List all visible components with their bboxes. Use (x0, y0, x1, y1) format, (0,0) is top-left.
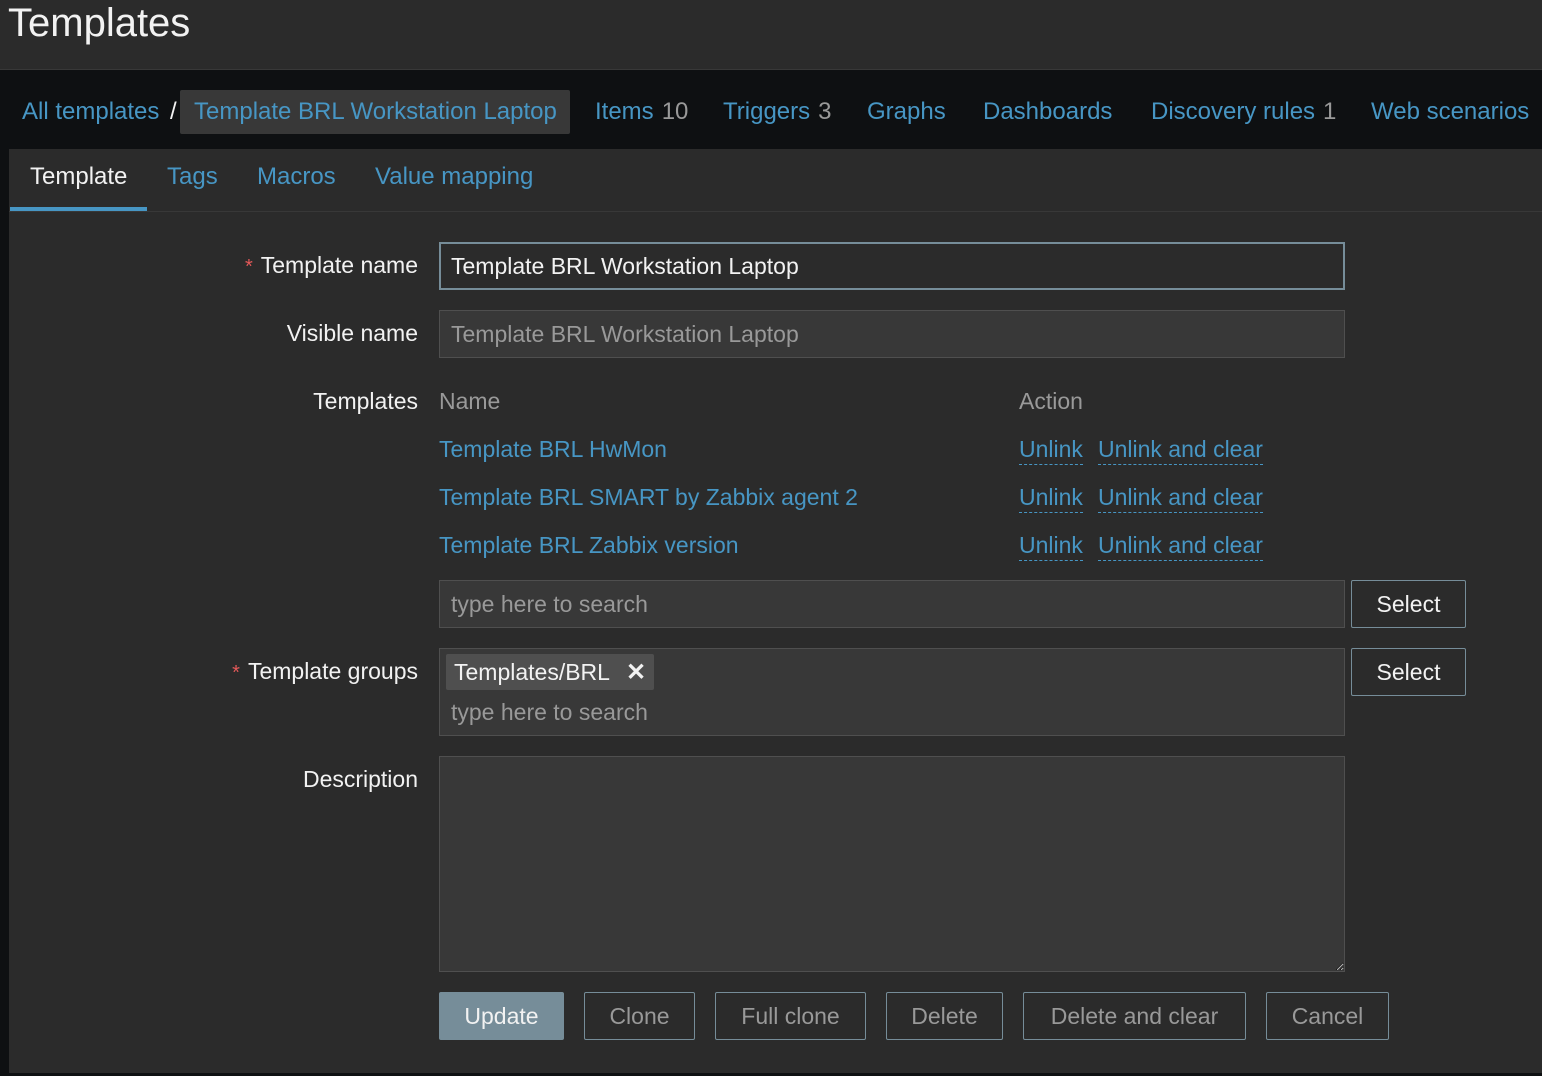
visible-name-input[interactable] (439, 310, 1345, 358)
unlink-and-clear-link[interactable]: Unlink and clear (1098, 436, 1263, 465)
tab-template[interactable]: Template (30, 163, 127, 191)
group-chip: Templates/BRL ✕ (446, 654, 655, 690)
remove-chip-icon[interactable]: ✕ (626, 658, 646, 687)
unlink-link[interactable]: Unlink (1019, 484, 1083, 513)
required-asterisk: * (244, 256, 253, 278)
template-name-label: * Template name (244, 252, 418, 278)
unlink-link[interactable]: Unlink (1019, 436, 1083, 465)
form-card: Template Tags Macros Value mapping * Temp… (9, 149, 1542, 1073)
cancel-button[interactable]: Cancel (1266, 992, 1389, 1040)
nav-web-scenarios[interactable]: Web scenarios (1371, 98, 1529, 126)
column-header-name: Name (439, 388, 501, 414)
tab-macros[interactable]: Macros (257, 163, 336, 191)
required-asterisk: * (232, 662, 240, 684)
linked-template-name[interactable]: Template BRL Zabbix version (439, 532, 739, 559)
tab-bar: Template Tags Macros Value mapping (9, 149, 1542, 212)
group-chip-label: Templates/BRL (454, 658, 610, 685)
nav-dashboards[interactable]: Dashboards (983, 98, 1112, 126)
templates-select-button[interactable]: Select (1351, 580, 1466, 628)
linked-template-name[interactable]: Template BRL SMART by Zabbix agent 2 (439, 484, 858, 511)
column-header-action: Action (1019, 388, 1083, 414)
full-clone-button[interactable]: Full clone (715, 992, 866, 1040)
unlink-and-clear-link[interactable]: Unlink and clear (1098, 532, 1263, 561)
template-groups-multiselect[interactable]: Templates/BRL ✕ type here to search (439, 648, 1345, 736)
template-groups-label: * Template groups (232, 658, 418, 684)
groups-search-placeholder[interactable]: type here to search (451, 699, 648, 726)
page-title: Templates (8, 1, 191, 45)
breadcrumb-separator: / (170, 98, 177, 125)
delete-button[interactable]: Delete (886, 992, 1003, 1040)
linked-template-name[interactable]: Template BRL HwMon (439, 436, 667, 463)
update-button[interactable]: Update (439, 992, 564, 1040)
template-name-input[interactable] (439, 242, 1345, 290)
breadcrumb-current-template[interactable]: Template BRL Workstation Laptop (194, 98, 557, 126)
template-navigation: All templates / Template BRL Workstation… (0, 70, 1542, 148)
clone-button[interactable]: Clone (584, 992, 695, 1040)
unlink-and-clear-link[interactable]: Unlink and clear (1098, 484, 1263, 513)
tab-value-mapping[interactable]: Value mapping (375, 163, 533, 191)
nav-triggers[interactable]: Triggers 3 (723, 98, 832, 126)
tab-tags[interactable]: Tags (167, 163, 218, 191)
breadcrumb-all-templates[interactable]: All templates (22, 98, 159, 126)
active-tab-indicator (10, 207, 147, 211)
page-header: Templates (0, 0, 1542, 70)
visible-name-label: Visible name (286, 320, 418, 346)
description-textarea[interactable] (439, 756, 1345, 972)
templates-label: Templates (313, 388, 418, 414)
nav-discovery-rules[interactable]: Discovery rules 1 (1151, 98, 1336, 126)
unlink-link[interactable]: Unlink (1019, 532, 1083, 561)
description-label: Description (302, 766, 418, 792)
templates-search-input[interactable] (439, 580, 1345, 628)
nav-graphs[interactable]: Graphs (867, 98, 946, 126)
groups-select-button[interactable]: Select (1351, 648, 1466, 696)
delete-and-clear-button[interactable]: Delete and clear (1023, 992, 1246, 1040)
nav-items[interactable]: Items 10 (595, 98, 688, 126)
